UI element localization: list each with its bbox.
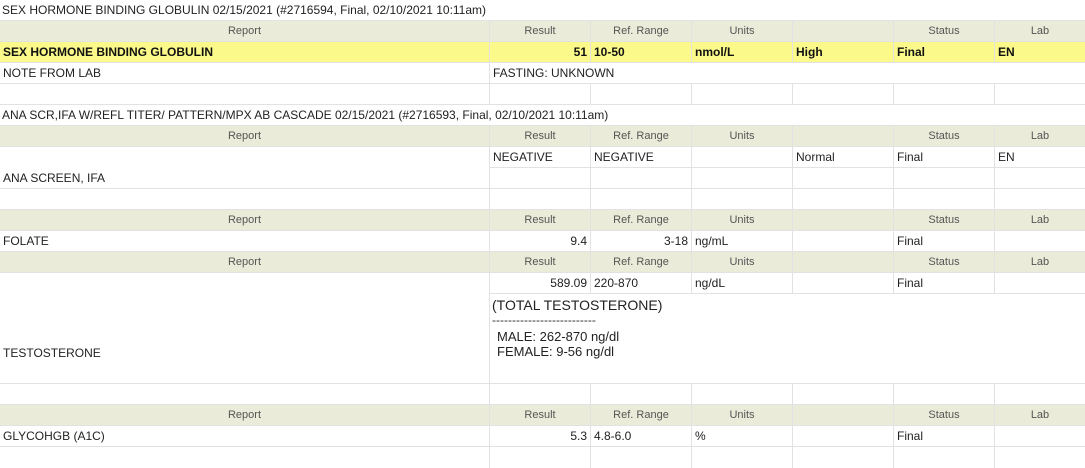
header-report: Report [227, 25, 262, 37]
header-units: Units [691, 126, 792, 146]
ref-range: 4.8-6.0 [590, 426, 691, 446]
note-female-range: FEMALE: 9-56 ng/dl [497, 344, 615, 359]
result-value: 51 [489, 42, 590, 62]
table-row: GLYCOHGB (A1C) 5.3 4.8-6.0 % Final [0, 426, 1085, 447]
testosterone-note: (TOTAL TESTOSTERONE) -------------------… [489, 294, 1085, 384]
ana-section-title: ANA SCR,IFA W/REFL TITER/ PATTERN/MPX AB… [2, 108, 609, 122]
result-value: 5.3 [489, 426, 590, 446]
header-ref-range: Ref. Range [590, 405, 691, 425]
header-units: Units [691, 252, 792, 272]
flag [792, 231, 893, 251]
blank-row [0, 84, 1085, 105]
a1c-table-header: Report Result Ref. Range Units Status La… [0, 405, 1085, 426]
result-value: NEGATIVE [489, 147, 590, 168]
header-ref-range: Ref. Range [590, 21, 691, 41]
header-flag [792, 210, 893, 230]
flag: High [792, 42, 893, 62]
note-row: NOTE FROM LAB FASTING: UNKNOWN [0, 63, 1085, 84]
blank-row [0, 447, 1085, 468]
blank-row [0, 384, 1085, 405]
header-lab: Lab [994, 21, 1085, 41]
result-value: 9.4 [489, 231, 590, 251]
flag [792, 426, 893, 446]
table-row: ANA SCREEN, IFA NEGATIVE NEGATIVE Normal… [0, 147, 1085, 189]
ref-range: 220-870 [590, 273, 691, 294]
testosterone-table-header: Report Result Ref. Range Units Status La… [0, 252, 1085, 273]
units: ng/dL [691, 273, 792, 294]
status: Final [893, 42, 994, 62]
note-value: FASTING: UNKNOWN [489, 63, 1085, 83]
header-status: Status [893, 126, 994, 146]
header-result: Result [489, 252, 590, 272]
note-title: (TOTAL TESTOSTERONE) [492, 297, 663, 313]
table-row: TESTOSTERONE 589.09 220-870 ng/dL Final … [0, 273, 1085, 384]
header-report: Report [227, 409, 262, 421]
units: % [691, 426, 792, 446]
header-lab: Lab [994, 126, 1085, 146]
ref-range: NEGATIVE [590, 147, 691, 168]
status: Final [893, 147, 994, 168]
header-lab: Lab [994, 252, 1085, 272]
header-lab: Lab [994, 210, 1085, 230]
units: ng/mL [691, 231, 792, 251]
header-lab: Lab [994, 405, 1085, 425]
ana-table-header: Report Result Ref. Range Units Status La… [0, 126, 1085, 147]
result-value: 589.09 [489, 273, 590, 294]
lab-results-sheet: SEX HORMONE BINDING GLOBULIN 02/15/2021 … [0, 0, 1085, 468]
note-male-range: MALE: 262-870 ng/dl [497, 329, 620, 344]
status: Final [893, 273, 994, 294]
header-units: Units [691, 210, 792, 230]
report-name: FOLATE [3, 234, 49, 248]
header-result: Result [489, 210, 590, 230]
header-result: Result [489, 126, 590, 146]
folate-table-header: Report Result Ref. Range Units Status La… [0, 210, 1085, 231]
header-units: Units [691, 21, 792, 41]
header-status: Status [893, 405, 994, 425]
header-ref-range: Ref. Range [590, 126, 691, 146]
lab [994, 273, 1085, 294]
report-name: TESTOSTERONE [3, 346, 101, 360]
lab: EN [994, 147, 1085, 168]
header-status: Status [893, 252, 994, 272]
lab [994, 231, 1085, 251]
header-flag [792, 21, 893, 41]
units: nmol/L [691, 42, 792, 62]
header-result: Result [489, 21, 590, 41]
shbg-section-title: SEX HORMONE BINDING GLOBULIN 02/15/2021 … [2, 3, 487, 17]
note-label: NOTE FROM LAB [3, 66, 102, 80]
header-ref-range: Ref. Range [590, 252, 691, 272]
header-report: Report [227, 256, 262, 268]
ref-range: 10-50 [590, 42, 691, 62]
flag: Normal [792, 147, 893, 168]
units [691, 147, 792, 168]
header-status: Status [893, 210, 994, 230]
header-flag [792, 126, 893, 146]
flag [792, 273, 893, 294]
shbg-table-header: Report Result Ref. Range Units Status La… [0, 21, 1085, 42]
header-status: Status [893, 21, 994, 41]
header-result: Result [489, 405, 590, 425]
header-report: Report [227, 130, 262, 142]
header-flag [792, 252, 893, 272]
status: Final [893, 231, 994, 251]
report-name: GLYCOHGB (A1C) [3, 429, 105, 443]
table-row: FOLATE 9.4 3-18 ng/mL Final [0, 231, 1085, 252]
report-name: ANA SCREEN, IFA [3, 171, 106, 185]
blank-row [0, 189, 1085, 210]
report-name: SEX HORMONE BINDING GLOBULIN [3, 45, 214, 59]
header-units: Units [691, 405, 792, 425]
ref-range: 3-18 [590, 231, 691, 251]
shbg-section-title-row: SEX HORMONE BINDING GLOBULIN 02/15/2021 … [0, 0, 1085, 21]
header-ref-range: Ref. Range [590, 210, 691, 230]
header-report: Report [227, 214, 262, 226]
status: Final [893, 426, 994, 446]
table-row: SEX HORMONE BINDING GLOBULIN 51 10-50 nm… [0, 42, 1085, 63]
ana-section-title-row: ANA SCR,IFA W/REFL TITER/ PATTERN/MPX AB… [0, 105, 1085, 126]
lab: EN [994, 42, 1085, 62]
lab [994, 426, 1085, 446]
note-divider: -------------------------- [492, 313, 596, 327]
header-flag [792, 405, 893, 425]
